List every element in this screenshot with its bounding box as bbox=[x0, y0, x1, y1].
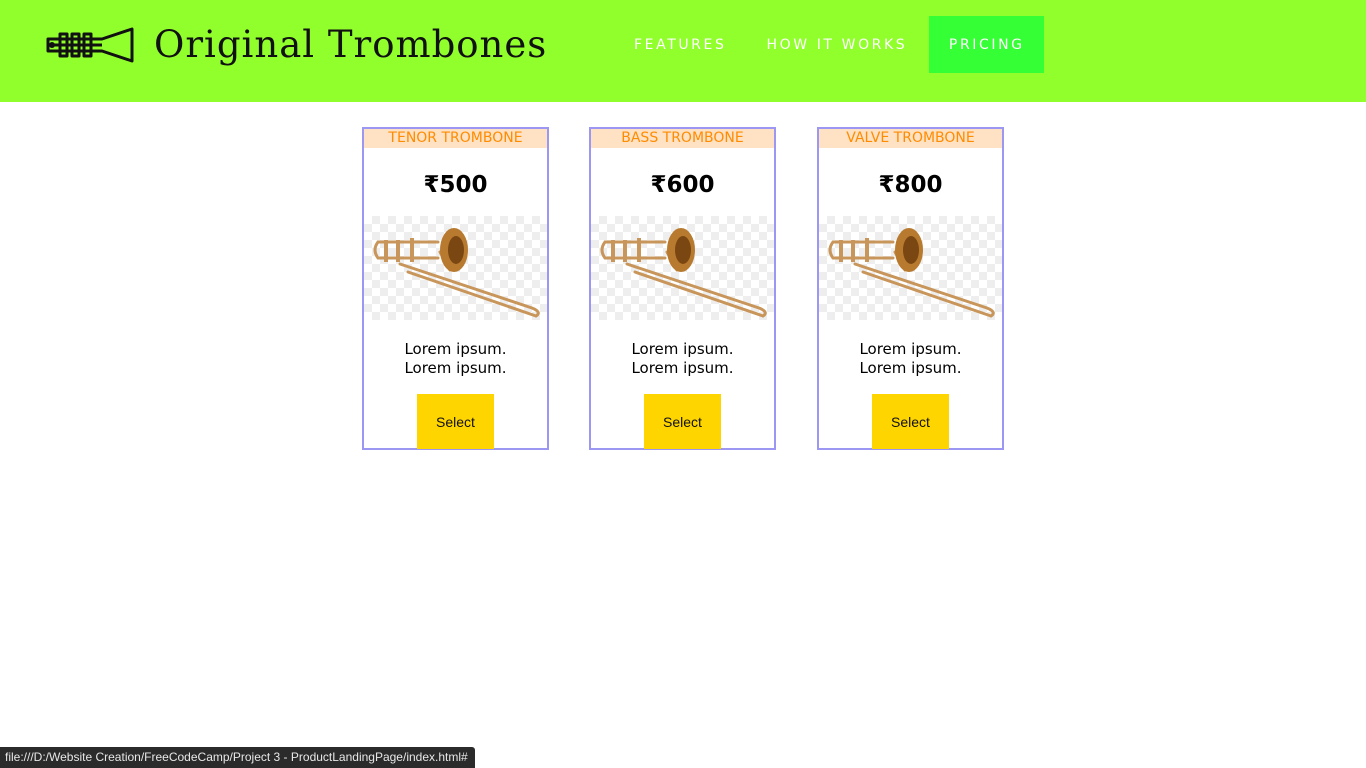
select-button-bass[interactable]: Select bbox=[644, 394, 721, 449]
card-description-line: Lorem ipsum. bbox=[631, 340, 734, 358]
card-description-line: Lorem ipsum. bbox=[404, 359, 507, 377]
card-description: Lorem ipsum. Lorem ipsum. bbox=[591, 340, 774, 378]
card-description-line: Lorem ipsum. bbox=[631, 359, 734, 377]
card-description-line: Lorem ipsum. bbox=[404, 340, 507, 358]
card-description-line: Lorem ipsum. bbox=[859, 340, 962, 358]
card-title: BASS TROMBONE bbox=[591, 129, 774, 148]
trombone-icon bbox=[46, 27, 134, 63]
card-price: ₹500 bbox=[423, 172, 488, 198]
card-description: Lorem ipsum. Lorem ipsum. bbox=[364, 340, 547, 378]
product-card-tenor: TENOR TROMBONE ₹500 Lorem ipsum. Lorem i… bbox=[362, 127, 549, 450]
trombone-icon bbox=[600, 228, 767, 318]
card-price: ₹600 bbox=[650, 172, 715, 198]
card-description: Lorem ipsum. Lorem ipsum. bbox=[819, 340, 1002, 378]
card-price: ₹800 bbox=[878, 172, 943, 198]
site-header: Original Trombones FEATURES HOW IT WORKS… bbox=[0, 0, 1366, 102]
card-description-line: Lorem ipsum. bbox=[859, 359, 962, 377]
product-card-valve: VALVE TROMBONE ₹800 Lorem ipsum. Lorem i… bbox=[817, 127, 1004, 450]
trombone-icon bbox=[828, 228, 995, 318]
card-title: VALVE TROMBONE bbox=[819, 129, 1002, 148]
brand-logo[interactable]: Original Trombones bbox=[44, 22, 547, 68]
card-title: TENOR TROMBONE bbox=[364, 129, 547, 148]
trombone-image bbox=[364, 216, 547, 320]
trombone-icon bbox=[373, 228, 540, 318]
trombone-image bbox=[591, 216, 774, 320]
trombone-image bbox=[819, 216, 1002, 320]
select-button-tenor[interactable]: Select bbox=[417, 394, 494, 449]
nav-link-pricing[interactable]: PRICING bbox=[929, 16, 1045, 73]
brand-name: Original Trombones bbox=[154, 23, 548, 66]
select-button-valve[interactable]: Select bbox=[872, 394, 949, 449]
browser-status-bar: file:///D:/Website Creation/FreeCodeCamp… bbox=[0, 747, 475, 768]
pricing-cards: TENOR TROMBONE ₹500 Lorem ipsum. Lorem i… bbox=[362, 127, 1005, 450]
product-card-bass: BASS TROMBONE ₹600 Lorem ipsum. Lorem ip… bbox=[589, 127, 776, 450]
nav-link-how-it-works[interactable]: HOW IT WORKS bbox=[746, 16, 927, 73]
nav-link-features[interactable]: FEATURES bbox=[614, 16, 746, 73]
main-nav: FEATURES HOW IT WORKS PRICING bbox=[614, 16, 1045, 73]
